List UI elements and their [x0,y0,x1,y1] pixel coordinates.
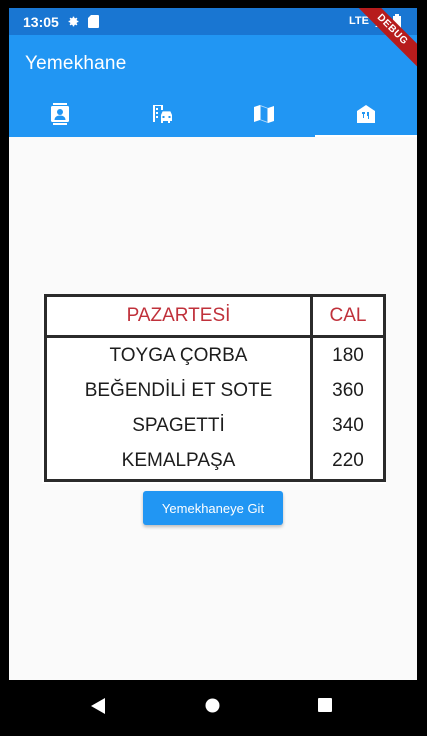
menu-row: KEMALPAŞA 220 [44,443,386,482]
phone-screen: 13:05 LTE Yemekhane DEBUG PAZARTESİ CAL … [9,8,417,736]
menu-header-row: PAZARTESİ CAL [44,293,386,339]
cal-header: CAL [310,293,386,339]
menu-row: TOYGA ÇORBA 180 [44,336,386,374]
dish-name: SPAGETTİ [44,408,313,444]
map-icon [254,104,274,124]
dish-name: KEMALPAŞA [44,443,313,482]
network-label: LTE [349,15,369,27]
gear-icon [67,15,80,28]
day-header: PAZARTESİ [44,293,313,339]
dish-name: TOYGA ÇORBA [44,336,313,374]
menu-image: PAZARTESİ CAL TOYGA ÇORBA 180 BEĞENDİLİ … [42,293,386,484]
status-bar: 13:05 LTE [9,8,417,35]
menu-row: SPAGETTİ 340 [44,408,386,444]
app-bar: Yemekhane [9,35,417,137]
sd-card-icon [87,15,99,28]
menu-row: BEĞENDİLİ ET SOTE 360 [44,373,386,409]
restaurant-icon [357,105,375,123]
transit-icon [151,104,173,124]
dish-name: BEĞENDİLİ ET SOTE [44,373,313,409]
home-icon[interactable] [205,698,220,713]
dish-cal: 340 [310,408,386,444]
menu-table: PAZARTESİ CAL TOYGA ÇORBA 180 BEĞENDİLİ … [44,293,386,482]
tab-bar [9,91,417,137]
dish-cal: 360 [310,373,386,409]
tab-contacts[interactable] [9,91,111,137]
tab-transit[interactable] [111,91,213,137]
tab-restaurant[interactable] [315,91,417,137]
back-icon[interactable] [91,698,105,714]
recents-icon[interactable] [318,698,332,712]
system-nav-bar [0,680,427,736]
dish-cal: 220 [310,443,386,482]
go-to-cafeteria-button[interactable]: Yemekhaneye Git [143,491,283,525]
contacts-icon [50,103,70,125]
status-time: 13:05 [23,13,59,30]
dish-cal: 180 [310,336,386,374]
app-title: Yemekhane [25,53,127,74]
tab-map[interactable] [213,91,315,137]
